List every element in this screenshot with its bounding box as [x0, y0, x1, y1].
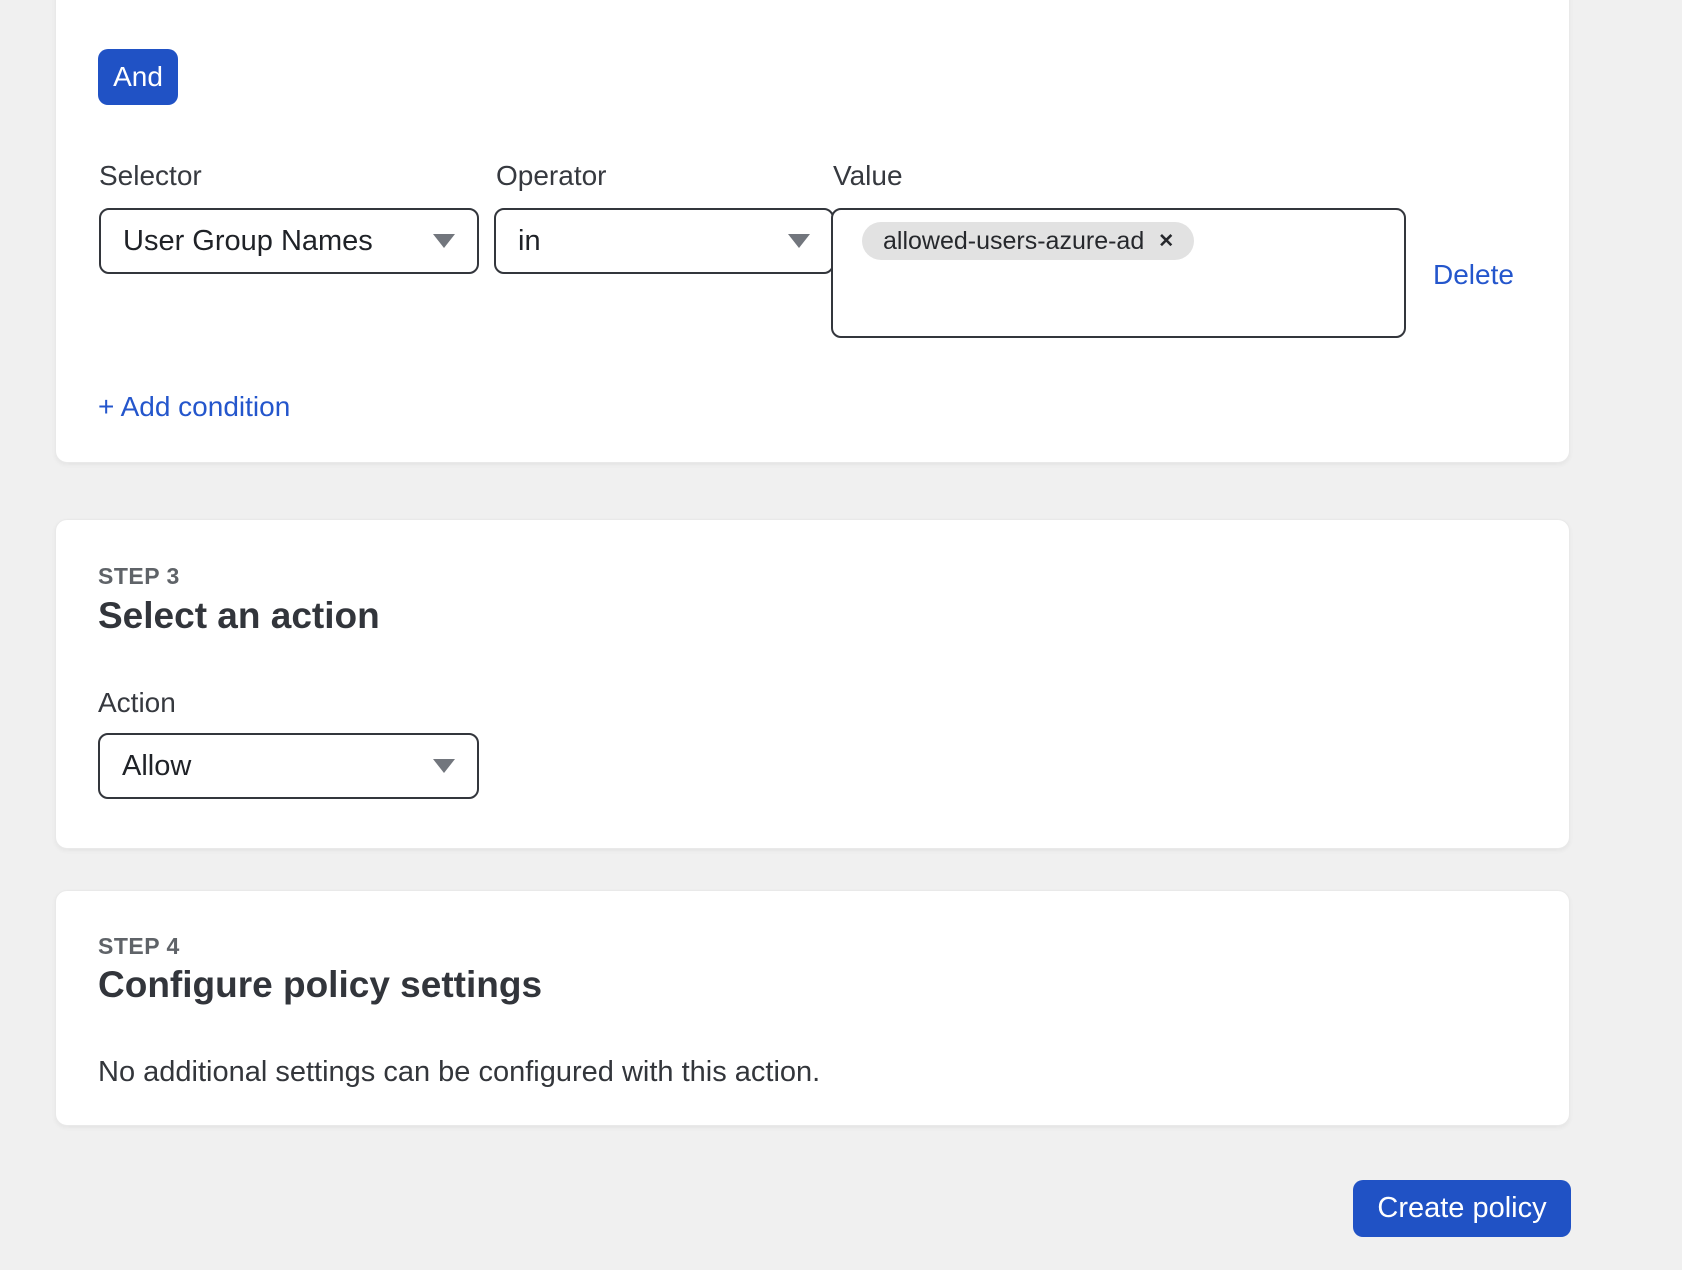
step4-description: No additional settings can be configured… [98, 1053, 820, 1092]
and-rule-button[interactable]: And [98, 49, 178, 105]
operator-dropdown-value: in [518, 225, 541, 258]
action-dropdown[interactable]: Allow [98, 733, 479, 799]
step4-title: Configure policy settings [98, 966, 542, 1003]
chevron-down-icon [433, 234, 455, 248]
conditions-card: And Selector Operator Value User Group N… [55, 0, 1570, 463]
step3-card: STEP 3 Select an action Action Allow [55, 519, 1570, 849]
chevron-down-icon [433, 759, 455, 773]
value-label: Value [833, 162, 903, 190]
chevron-down-icon [788, 234, 810, 248]
step3-title: Select an action [98, 597, 380, 634]
value-multiselect-input[interactable]: allowed-users-azure-ad ✕ [831, 208, 1406, 338]
add-condition-link[interactable]: + Add condition [98, 393, 290, 421]
action-dropdown-value: Allow [122, 750, 191, 783]
delete-condition-link[interactable]: Delete [1433, 261, 1514, 289]
step4-label: STEP 4 [98, 935, 180, 958]
selector-dropdown[interactable]: User Group Names [99, 208, 479, 274]
step3-label: STEP 3 [98, 565, 180, 588]
create-policy-button[interactable]: Create policy [1353, 1180, 1571, 1237]
value-tag-text: allowed-users-azure-ad [883, 227, 1144, 256]
step4-card: STEP 4 Configure policy settings No addi… [55, 890, 1570, 1126]
operator-dropdown[interactable]: in [494, 208, 834, 274]
action-label: Action [98, 689, 176, 717]
operator-label: Operator [496, 162, 607, 190]
value-tag: allowed-users-azure-ad ✕ [862, 222, 1194, 260]
remove-tag-icon[interactable]: ✕ [1158, 232, 1174, 251]
selector-label: Selector [99, 162, 202, 190]
selector-dropdown-value: User Group Names [123, 225, 373, 258]
